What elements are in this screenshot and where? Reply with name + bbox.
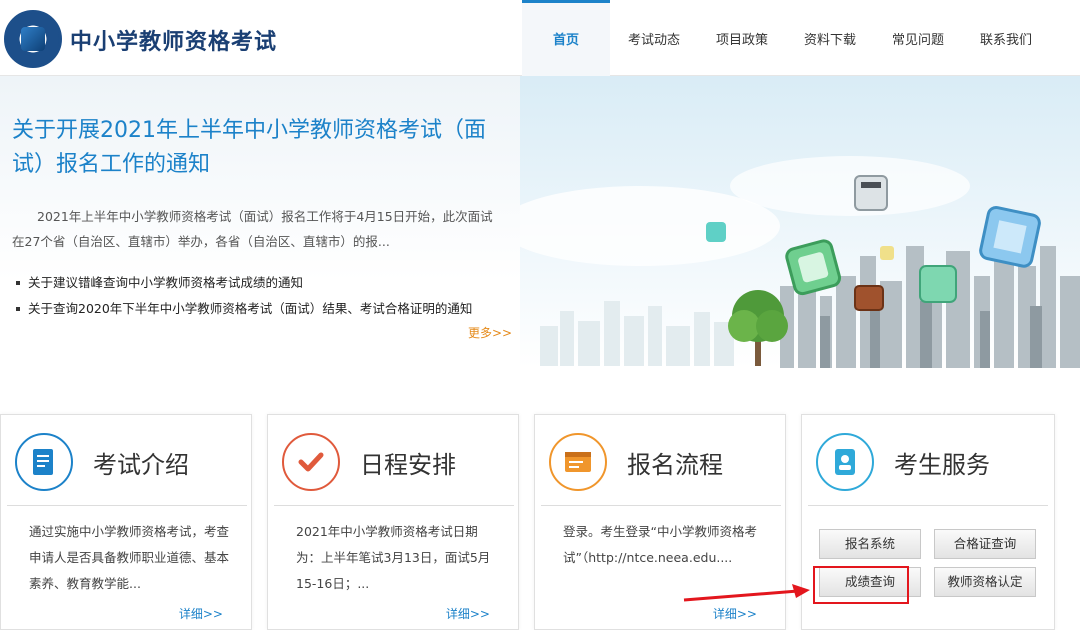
nav-home[interactable]: 首页	[522, 0, 610, 76]
card-summary: 登录。考生登录“中小学教师资格考试”（http://ntce.neea.edu.…	[563, 524, 757, 565]
hero-banner: 关于开展2021年上半年中小学教师资格考试（面试）报名工作的通知 2021年上半…	[0, 76, 1080, 368]
details-link[interactable]: 详细>>	[713, 605, 757, 622]
news-list: 关于建议错峰查询中小学教师资格考试成绩的通知 关于查询2020年下半年中小学教师…	[12, 270, 512, 322]
card-header: 考试介绍	[1, 415, 251, 507]
certificate-query-button[interactable]: 合格证查询	[934, 529, 1036, 559]
site-header: 中小学教师资格考试 首页 考试动态 项目政策 资料下载 常见问题 联系我们	[0, 0, 1080, 76]
pointer-arrow-icon	[683, 584, 810, 602]
nav-downloads[interactable]: 资料下载	[786, 0, 874, 76]
document-icon	[15, 433, 73, 491]
score-query-highlight-box	[813, 566, 909, 604]
details-link[interactable]: 详细>>	[446, 605, 490, 622]
form-window-icon	[549, 433, 607, 491]
main-nav: 首页 考试动态 项目政策 资料下载 常见问题 联系我们	[522, 0, 1050, 76]
card-title[interactable]: 考生服务	[894, 445, 990, 480]
nav-policy[interactable]: 项目政策	[698, 0, 786, 76]
details-link[interactable]: 详细>>	[179, 605, 223, 622]
site-logo[interactable]	[4, 10, 62, 68]
contact-book-icon	[816, 433, 874, 491]
banner-headline[interactable]: 关于开展2021年上半年中小学教师资格考试（面试）报名工作的通知	[12, 114, 502, 182]
divider	[541, 505, 781, 506]
bullet-icon	[16, 280, 20, 285]
more-news-link[interactable]: 更多>>	[468, 324, 512, 341]
registration-system-button[interactable]: 报名系统	[819, 529, 921, 559]
divider	[274, 505, 514, 506]
card-header: 报名流程	[535, 415, 785, 507]
divider	[7, 505, 247, 506]
banner-description: 2021年上半年中小学教师资格考试（面试）报名工作将于4月15日开始，此次面试在…	[12, 209, 493, 249]
bullet-icon	[16, 306, 20, 311]
card-summary: 通过实施中小学教师资格考试，考查申请人是否具备教师职业道德、基本素养、教育教学能…	[29, 524, 230, 591]
divider	[808, 505, 1048, 506]
card-summary: 2021年中小学教师资格考试日期为：上半年笔试3月13日，面试5月15-16日；…	[296, 524, 491, 591]
card-exam-intro: 考试介绍 通过实施中小学教师资格考试，考查申请人是否具备教师职业道德、基本素养、…	[0, 414, 252, 630]
feature-cards: 考试介绍 通过实施中小学教师资格考试，考查申请人是否具备教师职业道德、基本素养、…	[0, 414, 1080, 630]
checkmark-icon	[282, 433, 340, 491]
teacher-qualification-button[interactable]: 教师资格认定	[934, 567, 1036, 597]
nav-faq[interactable]: 常见问题	[874, 0, 962, 76]
card-title[interactable]: 日程安排	[360, 445, 456, 480]
card-schedule: 日程安排 2021年中小学教师资格考试日期为：上半年笔试3月13日，面试5月15…	[267, 414, 519, 630]
nav-contact[interactable]: 联系我们	[962, 0, 1050, 76]
nav-exam-news[interactable]: 考试动态	[610, 0, 698, 76]
news-item[interactable]: 关于建议错峰查询中小学教师资格考试成绩的通知	[12, 270, 512, 296]
city-illustration-icon	[520, 76, 1080, 368]
card-title[interactable]: 报名流程	[627, 445, 723, 480]
card-header: 日程安排	[268, 415, 518, 507]
card-title[interactable]: 考试介绍	[93, 445, 189, 480]
site-title[interactable]: 中小学教师资格考试	[70, 24, 277, 56]
book-icon	[21, 27, 45, 51]
card-header: 考生服务	[802, 415, 1054, 507]
news-item[interactable]: 关于查询2020年下半年中小学教师资格考试（面试）结果、考试合格证明的通知	[12, 296, 512, 322]
